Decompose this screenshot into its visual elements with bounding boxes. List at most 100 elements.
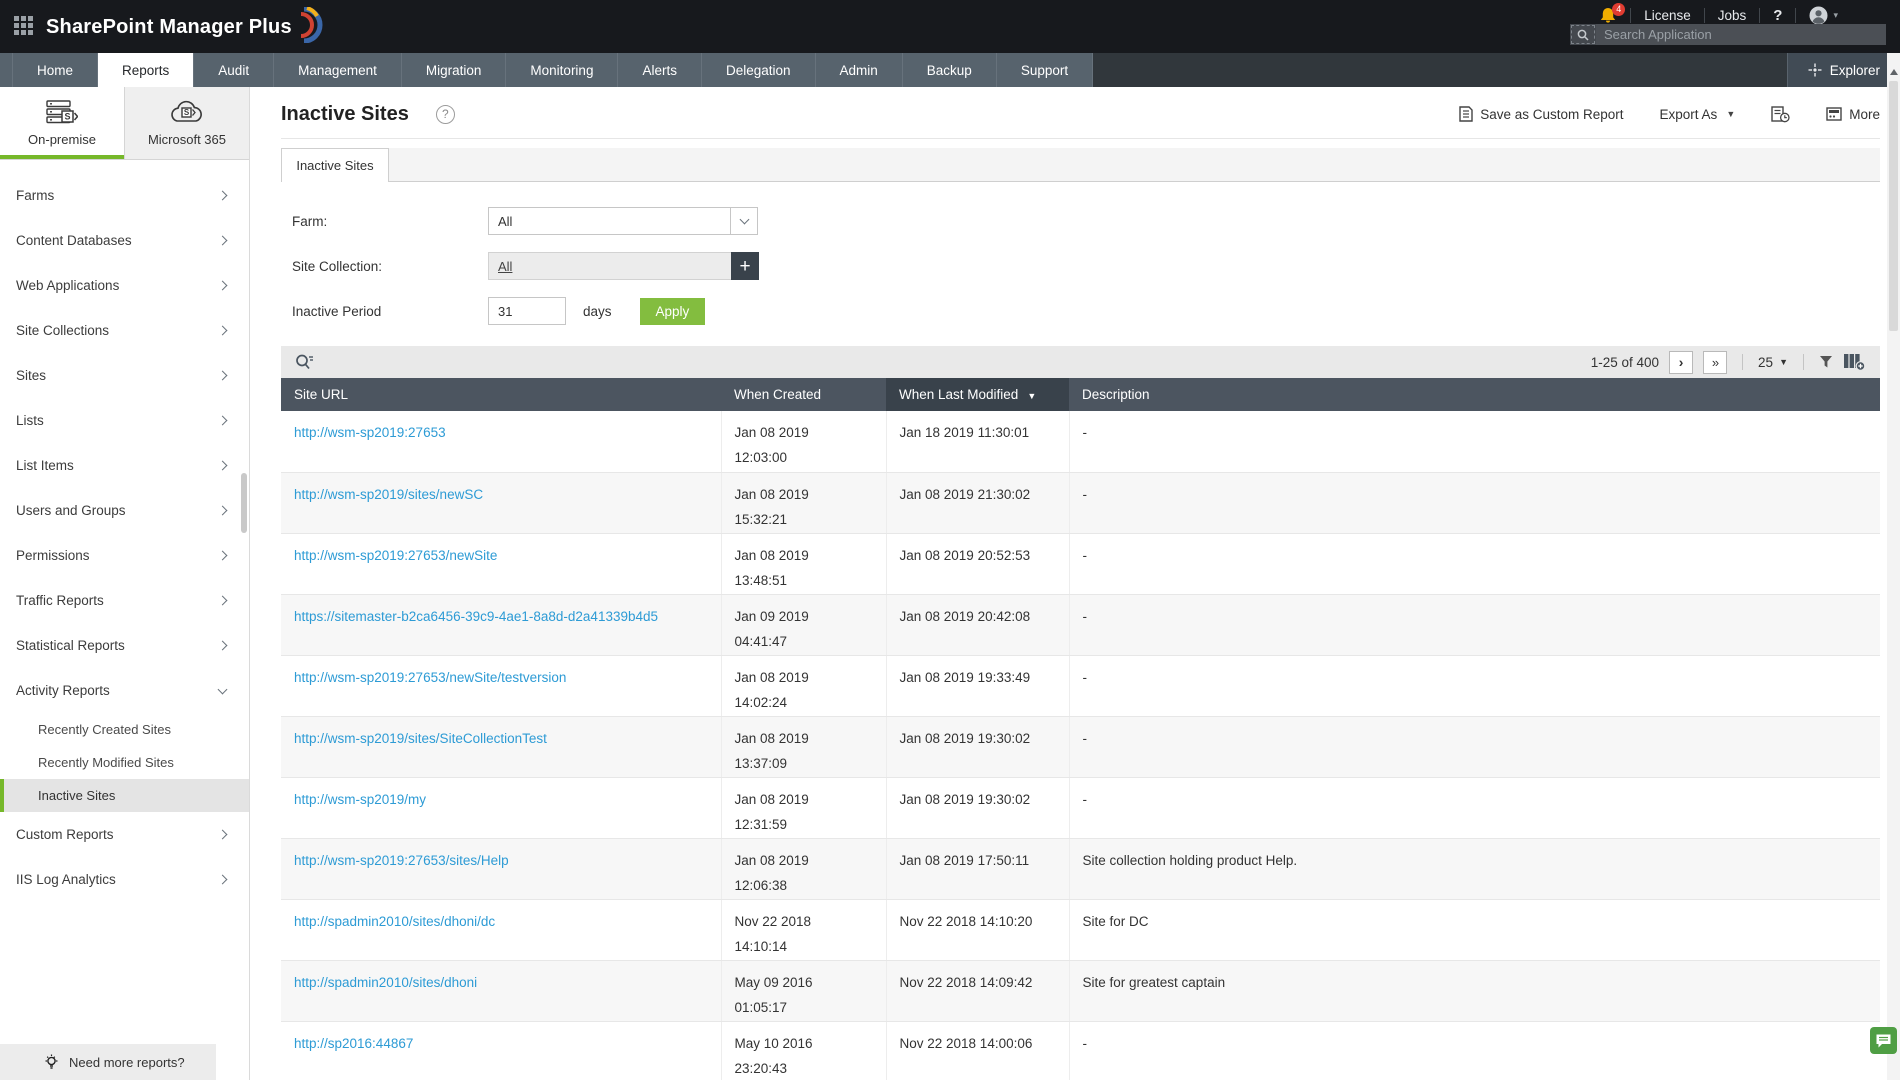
nav-tab-delegation[interactable]: Delegation (702, 53, 816, 87)
site-url-link[interactable]: http://wsm-sp2019/sites/SiteCollectionTe… (294, 731, 547, 746)
chevron-right-icon (217, 640, 228, 651)
help-circle-icon[interactable]: ? (435, 104, 455, 124)
sidebar-item-recently-modified-sites[interactable]: Recently Modified Sites (0, 746, 249, 779)
sidebar-item-statistical-reports[interactable]: Statistical Reports (0, 623, 249, 668)
jobs-link[interactable]: Jobs (1718, 8, 1747, 23)
report-tab-inactive-sites[interactable]: Inactive Sites (281, 148, 389, 182)
column-chooser-icon[interactable] (1843, 353, 1866, 371)
nav-tab-management[interactable]: Management (274, 53, 402, 87)
page-size-select[interactable]: 25 ▼ (1758, 355, 1788, 370)
sidebar-item-sites[interactable]: Sites (0, 353, 249, 398)
site-url-link[interactable]: http://wsm-sp2019:27653/newSite/testvers… (294, 670, 566, 685)
table-search-icon[interactable] (295, 354, 314, 370)
when-last-modified-cell: Jan 08 2019 19:30:02 (886, 777, 1070, 839)
table-row: http://wsm-sp2019:27653/sites/Help Jan 08… (281, 838, 1880, 900)
report-filters: Farm: All Site Collection: All + Inactiv… (281, 182, 1880, 325)
search-input[interactable] (1596, 24, 1886, 45)
sidebar-item-recently-created-sites[interactable]: Recently Created Sites (0, 713, 249, 746)
site-url-link[interactable]: https://sitemaster-b2ca6456-39c9-4ae1-8a… (294, 609, 658, 624)
sidebar-tab-microsoft-365[interactable]: S Microsoft 365 (125, 87, 249, 159)
sidebar-item-iis-log-analytics[interactable]: IIS Log Analytics (0, 857, 249, 902)
sidebar-tab-on-premise[interactable]: S On-premise (0, 87, 125, 159)
export-as-button[interactable]: Export As ▼ (1660, 107, 1736, 122)
app-grid-icon[interactable] (14, 16, 36, 38)
sidebar-scrollbar[interactable] (241, 473, 247, 533)
nav-tab-monitoring[interactable]: Monitoring (506, 53, 619, 87)
page-scrollbar[interactable] (1887, 53, 1900, 1080)
sidebar-item-list-items[interactable]: List Items (0, 443, 249, 488)
description-cell: Site collection holding product Help. (1069, 838, 1880, 900)
last-page-button[interactable]: » (1703, 350, 1728, 374)
chat-button[interactable] (1870, 1027, 1897, 1054)
nav-tab-support[interactable]: Support (997, 53, 1094, 87)
when-created-cell: Jan 08 2019 12:06:38 (721, 838, 887, 900)
site-url-link[interactable]: http://wsm-sp2019:27653/sites/Help (294, 853, 509, 868)
nav-tab-reports[interactable]: Reports (98, 53, 195, 87)
more-button[interactable]: More (1826, 107, 1880, 122)
description-cell: - (1069, 777, 1880, 839)
user-menu[interactable]: ▾ (1809, 6, 1838, 25)
nav-tab-alerts[interactable]: Alerts (618, 53, 702, 87)
license-link[interactable]: License (1644, 8, 1691, 23)
site-url-link[interactable]: http://wsm-sp2019/sites/newSC (294, 487, 483, 502)
sidebar-item-web-applications[interactable]: Web Applications (0, 263, 249, 308)
sidebar-item-content-databases[interactable]: Content Databases (0, 218, 249, 263)
filter-icon[interactable] (1819, 355, 1833, 369)
site-url-cell: http://wsm-sp2019:27653 (281, 411, 722, 473)
sidebar-item-permissions[interactable]: Permissions (0, 533, 249, 578)
nav-tab-migration[interactable]: Migration (402, 53, 507, 87)
site-url-link[interactable]: http://wsm-sp2019/my (294, 792, 426, 807)
table-row: http://sp2016:44867 May 10 2016 23:20:43 No… (281, 1021, 1880, 1080)
table-header-row: Site URL When Created When Last Modified… (281, 378, 1880, 411)
site-url-link[interactable]: http://spadmin2010/sites/dhoni/dc (294, 914, 495, 929)
scroll-up-arrow-icon[interactable] (1889, 69, 1898, 75)
site-url-link[interactable]: http://wsm-sp2019:27653/newSite (294, 548, 497, 563)
notification-badge: 4 (1612, 3, 1626, 16)
sidebar-item-lists[interactable]: Lists (0, 398, 249, 443)
description-cell: - (1069, 472, 1880, 534)
column-header-description[interactable]: Description (1069, 378, 1880, 411)
need-more-reports-button[interactable]: Need more reports? (0, 1044, 216, 1080)
sidebar-item-label: Users and Groups (16, 503, 126, 518)
sidebar-item-traffic-reports[interactable]: Traffic Reports (0, 578, 249, 623)
when-last-modified-cell: Nov 22 2018 14:00:06 (886, 1021, 1070, 1080)
nav-tab-admin[interactable]: Admin (816, 53, 903, 87)
scrollbar-thumb[interactable] (1889, 81, 1898, 331)
add-site-collection-button[interactable]: + (731, 252, 759, 280)
schedule-report-button[interactable] (1771, 105, 1790, 123)
sidebar-item-inactive-sites[interactable]: Inactive Sites (0, 779, 249, 812)
table-row: http://wsm-sp2019:27653/newSite/testvers… (281, 655, 1880, 717)
notifications-bell-icon[interactable]: 4 (1599, 3, 1626, 24)
sidebar-item-custom-reports[interactable]: Custom Reports (0, 812, 249, 857)
column-header-site-url[interactable]: Site URL (281, 378, 721, 411)
nav-tab-home[interactable]: Home (12, 53, 99, 87)
sidebar-item-activity-reports[interactable]: Activity Reports (0, 668, 249, 713)
nav-tab-audit[interactable]: Audit (194, 53, 275, 87)
sidebar-item-farms[interactable]: Farms (0, 173, 249, 218)
site-url-cell: http://spadmin2010/sites/dhoni (281, 960, 722, 1022)
site-collection-value: All (498, 258, 513, 274)
site-collection-field[interactable]: All (488, 252, 731, 280)
help-link[interactable]: ? (1773, 7, 1782, 24)
nav-tab-backup[interactable]: Backup (903, 53, 997, 87)
column-header-when-last-modified[interactable]: When Last Modified ▼ (886, 378, 1069, 411)
select-dropdown-button[interactable] (730, 208, 757, 234)
sidebar-item-users-and-groups[interactable]: Users and Groups (0, 488, 249, 533)
schedule-icon (1771, 105, 1790, 122)
site-url-link[interactable]: http://spadmin2010/sites/dhoni (294, 975, 477, 990)
site-url-link[interactable]: http://sp2016:44867 (294, 1036, 413, 1051)
apply-button[interactable]: Apply (639, 297, 706, 325)
table-row: http://spadmin2010/sites/dhoni/dc Nov 22 … (281, 899, 1880, 961)
save-custom-report-button[interactable]: Save as Custom Report (1459, 106, 1624, 122)
app-search (1570, 24, 1886, 45)
explorer-button[interactable]: Explorer (1786, 53, 1900, 87)
inactive-period-input[interactable] (488, 297, 566, 325)
farm-select[interactable]: All (488, 207, 758, 235)
column-header-when-created[interactable]: When Created (721, 378, 886, 411)
next-page-button[interactable]: › (1669, 350, 1694, 374)
site-url-link[interactable]: http://wsm-sp2019:27653 (294, 425, 446, 440)
sidebar-item-site-collections[interactable]: Site Collections (0, 308, 249, 353)
header-divider (281, 138, 1880, 139)
sidebar-item-label: Lists (16, 413, 44, 428)
table-row: http://wsm-sp2019:27653/newSite Jan 08 20… (281, 533, 1880, 595)
